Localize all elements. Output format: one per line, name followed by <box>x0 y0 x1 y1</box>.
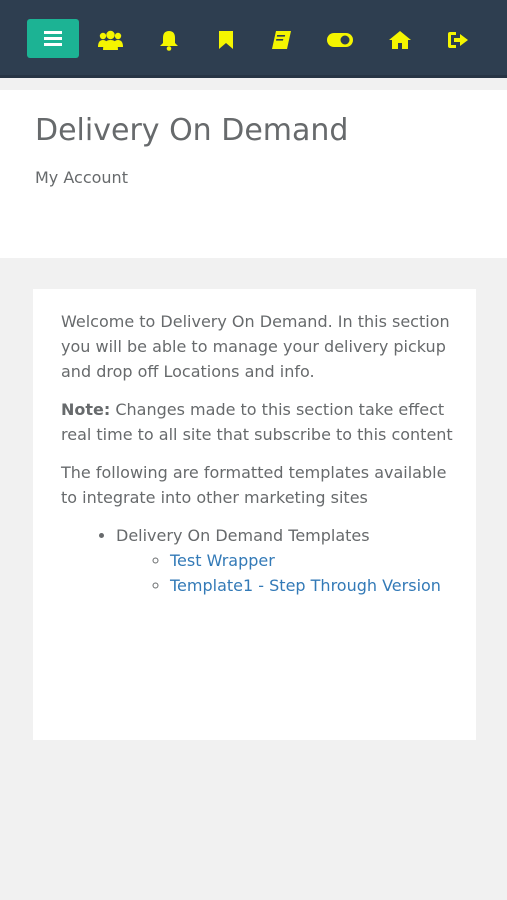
book-icon[interactable] <box>268 27 294 53</box>
page-title: Delivery On Demand <box>35 113 349 148</box>
content-card: Welcome to Delivery On Demand. In this s… <box>33 289 476 740</box>
template-links: Test Wrapper Template1 - Step Through Ve… <box>116 548 456 598</box>
test-wrapper-link[interactable]: Test Wrapper <box>170 551 275 570</box>
content-body: Welcome to Delivery On Demand. In this s… <box>61 309 456 598</box>
template1-link[interactable]: Template1 - Step Through Version <box>170 576 441 595</box>
note-paragraph: Note: Changes made to this section take … <box>61 397 456 447</box>
templates-intro: The following are formatted templates av… <box>61 463 447 507</box>
menu-icon <box>44 31 62 46</box>
templates-heading: Delivery On Demand Templates <box>116 526 370 545</box>
top-navbar <box>0 0 507 78</box>
templates-list: Delivery On Demand Templates Test Wrappe… <box>61 523 456 598</box>
list-item: Delivery On Demand Templates Test Wrappe… <box>116 523 456 598</box>
menu-toggle-button[interactable] <box>27 19 79 58</box>
bookmark-icon[interactable] <box>213 27 239 53</box>
sign-out-icon[interactable] <box>445 27 471 53</box>
list-item: Template1 - Step Through Version <box>170 573 456 598</box>
users-icon[interactable] <box>97 27 123 53</box>
home-icon[interactable] <box>387 27 413 53</box>
note-label: Note: <box>61 400 111 419</box>
bell-icon[interactable] <box>156 27 182 53</box>
toggle-icon[interactable] <box>327 27 353 53</box>
breadcrumb[interactable]: My Account <box>35 168 128 187</box>
list-item: Test Wrapper <box>170 548 456 573</box>
intro-text: Welcome to Delivery On Demand. In this s… <box>61 312 450 381</box>
note-text: Changes made to this section take effect… <box>61 400 453 444</box>
